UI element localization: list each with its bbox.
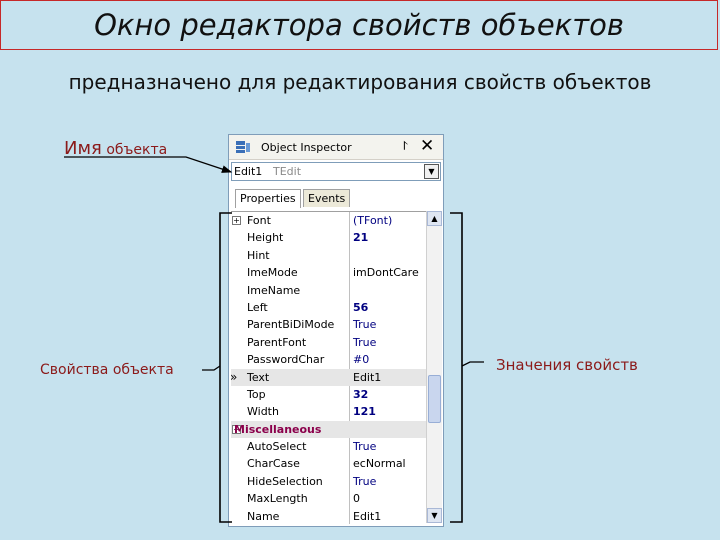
right-bracket [450,212,463,523]
annotation-layer [64,156,484,523]
left-bracket [219,212,232,523]
right-bracket-pointer [461,361,484,367]
left-bracket-pointer [202,365,221,371]
arrow-to-object-name [64,156,233,173]
